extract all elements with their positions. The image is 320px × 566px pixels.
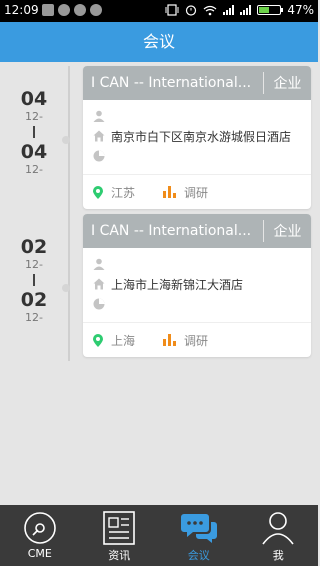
- event-date: 02 12- 02 12-: [0, 236, 68, 324]
- location-pin-icon: [93, 185, 103, 199]
- tab-cme[interactable]: CME: [0, 505, 80, 566]
- type-item: 调研: [163, 184, 208, 201]
- app-notification-icon: [74, 4, 86, 16]
- start-day: 04: [20, 88, 48, 110]
- person-icon: [93, 258, 105, 270]
- type-text: 调研: [184, 185, 209, 200]
- app-notification-icon: [90, 4, 102, 16]
- status-bar: 12:09 47%: [0, 0, 318, 22]
- type-item: 调研: [163, 332, 208, 349]
- person-row: [93, 254, 301, 274]
- tab-label: 资讯: [108, 549, 131, 562]
- address-text: 南京市白下区南京水游城假日酒店: [111, 129, 292, 144]
- app-notification-icon: [58, 4, 70, 16]
- event-title: I CAN -- International...: [91, 223, 252, 239]
- start-month: 12-: [25, 110, 43, 123]
- clock-icon: [93, 298, 105, 310]
- card-header: I CAN -- International... 企业: [83, 66, 311, 100]
- end-month: 12-: [25, 163, 43, 176]
- vibrate-icon: [165, 4, 179, 16]
- app-notification-icon: [42, 4, 54, 16]
- battery-fill: [259, 7, 269, 13]
- city-text: 江苏: [111, 185, 136, 200]
- card-header: I CAN -- International... 企业: [83, 214, 311, 248]
- signal-icon: [240, 5, 252, 15]
- page-header: 会议: [0, 22, 318, 62]
- card-footer: 上海 调研: [83, 322, 311, 357]
- alarm-icon: [186, 5, 197, 16]
- end-day: 04: [20, 141, 48, 163]
- person-row: [93, 106, 301, 126]
- card-body: 上海市上海新锦江大酒店: [83, 248, 311, 322]
- status-right: 47%: [165, 3, 314, 17]
- start-month: 12-: [25, 258, 43, 271]
- address-row: 南京市白下区南京水游城假日酒店: [93, 126, 301, 146]
- event-card[interactable]: I CAN -- International... 企业 上海市上海新锦江大酒店…: [83, 214, 311, 357]
- time-row: [93, 146, 301, 166]
- clock-icon: [93, 150, 105, 162]
- bottom-tab-bar: CME 资讯 会议 我: [0, 505, 318, 566]
- end-month: 12-: [25, 311, 43, 324]
- bar-chart-icon: [163, 334, 177, 346]
- tab-label: 会议: [187, 549, 210, 562]
- end-day: 02: [20, 289, 48, 311]
- tab-me[interactable]: 我: [239, 505, 319, 566]
- timeline-dot: [62, 136, 70, 144]
- tab-meeting[interactable]: 会议: [159, 505, 239, 566]
- address-row: 上海市上海新锦江大酒店: [93, 274, 301, 294]
- timeline-dot: [62, 284, 70, 292]
- wifi-icon: [203, 5, 217, 15]
- signal-icon: [223, 5, 235, 15]
- tab-label: 我: [272, 549, 284, 562]
- city-item: 上海: [93, 332, 135, 349]
- event-tag: 企业: [273, 224, 302, 240]
- home-icon: [93, 130, 105, 142]
- battery-icon: [257, 5, 284, 15]
- date-separator: [33, 126, 35, 138]
- event-date: 04 12- 04 12-: [0, 88, 68, 176]
- notification-icons: [42, 4, 102, 16]
- address-text: 上海市上海新锦江大酒店: [111, 277, 244, 292]
- battery-percent: 47%: [287, 3, 314, 17]
- timeline-line: [68, 66, 70, 361]
- tab-label: CME: [27, 547, 52, 560]
- chat-icon: [180, 511, 217, 545]
- bar-chart-icon: [163, 186, 177, 198]
- tab-news[interactable]: 资讯: [80, 505, 160, 566]
- type-text: 调研: [184, 333, 209, 348]
- event-title: I CAN -- International...: [91, 75, 252, 91]
- event-tag: 企业: [273, 76, 302, 92]
- time-row: [93, 294, 301, 314]
- event-list[interactable]: 04 12- 04 12- I CAN -- International... …: [0, 62, 318, 505]
- card-body: 南京市白下区南京水游城假日酒店: [83, 100, 311, 174]
- event-card[interactable]: I CAN -- International... 企业 南京市白下区南京水游城…: [83, 66, 311, 209]
- disc-icon: [22, 511, 58, 545]
- date-separator: [33, 274, 35, 286]
- card-footer: 江苏 调研: [83, 174, 311, 209]
- newspaper-icon: [101, 511, 137, 545]
- location-pin-icon: [93, 333, 103, 347]
- home-icon: [93, 278, 105, 290]
- start-day: 02: [20, 236, 48, 258]
- page-title: 会议: [142, 32, 175, 51]
- status-time: 12:09: [4, 3, 39, 17]
- person-icon: [260, 511, 296, 545]
- city-item: 江苏: [93, 184, 135, 201]
- person-icon: [93, 110, 105, 122]
- city-text: 上海: [111, 333, 136, 348]
